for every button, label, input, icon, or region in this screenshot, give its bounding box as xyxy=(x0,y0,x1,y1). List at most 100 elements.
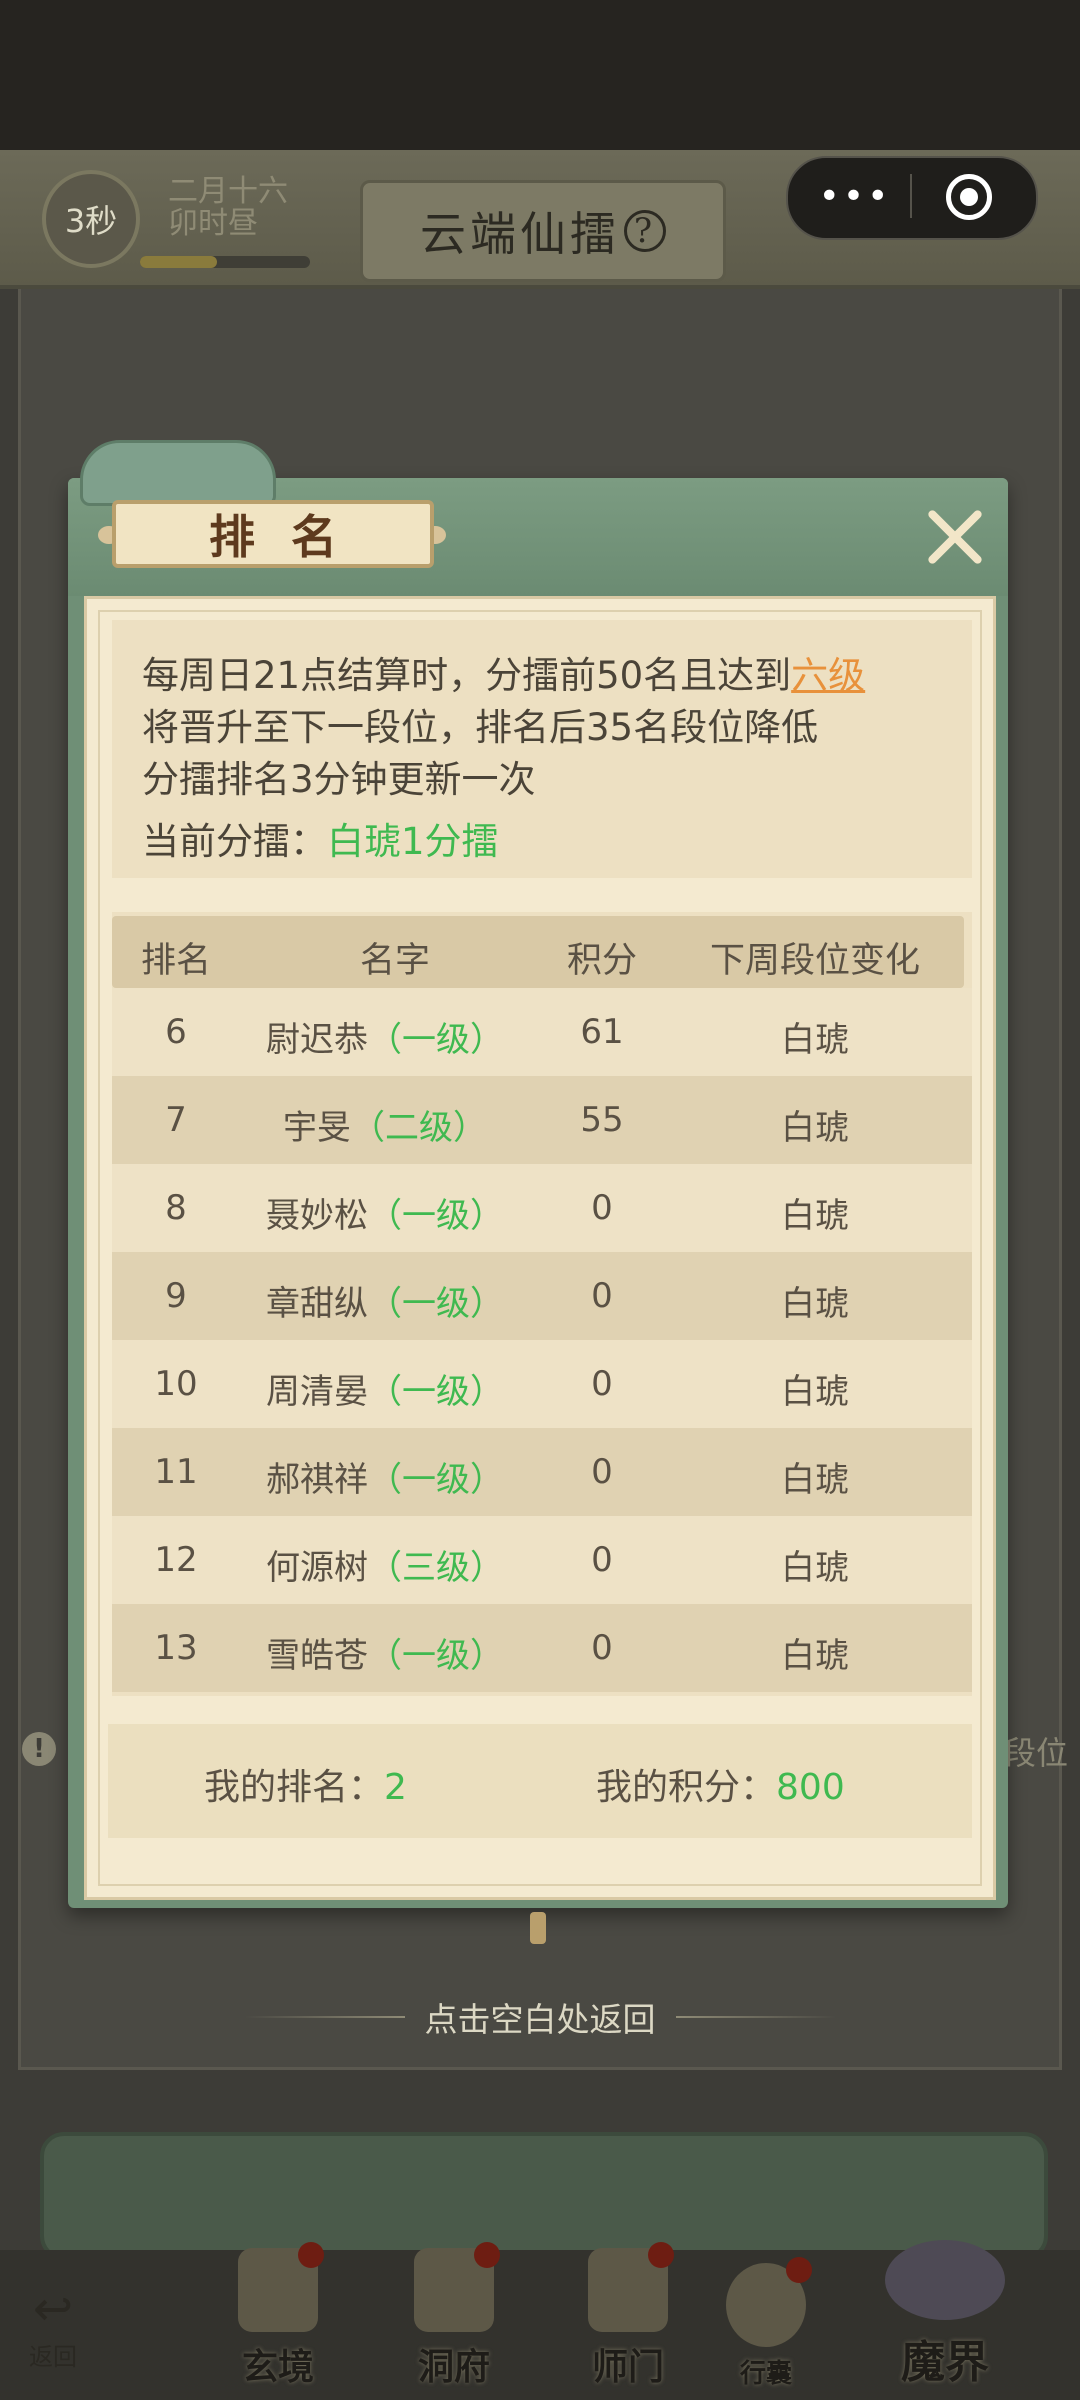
warning-icon: ! xyxy=(22,1732,56,1766)
tap-to-return-hint[interactable]: 点击空白处返回 xyxy=(0,1992,1080,2042)
demon-realm-icon xyxy=(885,2240,1005,2320)
table-row: 10 周清晏（一级） 0 白琥 xyxy=(112,1340,972,1428)
tier-change-cell: 白琥 xyxy=(781,1284,849,1324)
close-icon[interactable] xyxy=(922,504,988,570)
my-score-label: 我的积分： xyxy=(596,1767,777,1808)
time-progress-fill xyxy=(140,256,217,268)
nav-item-xingnang[interactable]: 行囊 xyxy=(706,2240,826,2390)
player-level: （一级） xyxy=(368,1460,504,1500)
rank-cell: 6 xyxy=(165,1012,187,1052)
score-cell: 0 xyxy=(591,1364,613,1404)
rank-cell: 9 xyxy=(165,1276,187,1316)
score-cell: 0 xyxy=(591,1628,613,1668)
player-level: （三级） xyxy=(368,1548,504,1588)
bag-icon xyxy=(726,2257,812,2347)
score-cell: 0 xyxy=(591,1276,613,1316)
rank-cell: 13 xyxy=(154,1628,198,1668)
name-cell: 尉迟恭（一级） xyxy=(240,1012,530,1061)
hint-divider-right xyxy=(675,2016,836,2018)
page-title-text: 云端仙擂 xyxy=(420,207,620,261)
tier-change-cell: 白琥 xyxy=(781,1548,849,1588)
nav-item-xuanjing[interactable]: 玄境 xyxy=(218,2240,338,2390)
player-level: （一级） xyxy=(368,1636,504,1676)
my-rank: 我的排名：2 xyxy=(204,1758,407,1810)
player-level: （一级） xyxy=(368,1372,504,1412)
score-cell: 0 xyxy=(591,1188,613,1228)
name-cell: 雪皓苍（一级） xyxy=(240,1628,530,1677)
nav-label-xingnang: 行囊 xyxy=(739,2359,792,2389)
my-rank-value: 2 xyxy=(384,1767,407,1808)
game-date: 二月十六 卯时昼 xyxy=(168,176,288,240)
table-header: 排名 名字 积分 下周段位变化 xyxy=(112,916,964,988)
table-row: 12 何源树（三级） 0 白琥 xyxy=(112,1516,972,1604)
score-cell: 55 xyxy=(580,1100,624,1140)
nav-label-dongfu: 洞府 xyxy=(417,2346,490,2388)
notification-dot xyxy=(786,2257,812,2283)
close-miniprogram-icon[interactable] xyxy=(946,174,992,220)
player-name: 郝祺祥 xyxy=(266,1460,368,1500)
player-name: 宇旻 xyxy=(283,1108,351,1148)
player-name: 章甜纵 xyxy=(266,1284,368,1324)
notification-dot xyxy=(648,2242,674,2268)
status-area xyxy=(0,0,1080,150)
level-six-link[interactable]: 六级 xyxy=(791,654,865,697)
my-rank-label: 我的排名： xyxy=(204,1767,385,1808)
nav-item-dongfu[interactable]: 洞府 xyxy=(394,2240,514,2390)
page-title: 云端仙擂 ? xyxy=(360,180,726,282)
rules-line-3: 分擂排名3分钟更新一次 xyxy=(142,758,536,801)
scroll-icon xyxy=(238,2242,324,2332)
modal-title-plaque: 排名 xyxy=(112,500,434,568)
name-cell: 章甜纵（一级） xyxy=(240,1276,530,1325)
name-cell: 何源树（三级） xyxy=(240,1540,530,1589)
name-cell: 宇旻（二级） xyxy=(240,1100,530,1149)
timer-badge: 3秒 xyxy=(42,170,140,268)
column-header-change: 下周段位变化 xyxy=(709,941,920,981)
table-row: 11 郝祺祥（一级） 0 白琥 xyxy=(112,1428,972,1516)
current-arena-line: 当前分擂：白琥1分擂 xyxy=(142,816,499,868)
rules-line-2: 将晋升至下一段位，排名后35名段位降低 xyxy=(142,706,819,749)
back-button[interactable]: ↩ 返回 xyxy=(10,2262,96,2372)
my-score-value: 800 xyxy=(776,1767,845,1808)
help-icon[interactable]: ? xyxy=(624,210,666,252)
name-cell: 郝祺祥（一级） xyxy=(240,1452,530,1501)
rank-cell: 12 xyxy=(154,1540,198,1580)
hint-text: 点击空白处返回 xyxy=(424,2000,656,2039)
cloud-ornament xyxy=(80,440,276,506)
lantern-icon xyxy=(414,2242,500,2332)
tier-change-cell: 白琥 xyxy=(781,1460,849,1500)
date-line-2: 卯时昼 xyxy=(168,206,258,241)
nav-label-shimen: 师门 xyxy=(591,2346,664,2388)
table-row: 13 雪皓苍（一级） 0 白琥 xyxy=(112,1604,972,1692)
column-header-score: 积分 xyxy=(566,941,637,981)
tier-change-cell: 白琥 xyxy=(781,1108,849,1148)
player-name: 何源树 xyxy=(266,1548,368,1588)
current-arena-value: 白琥1分擂 xyxy=(327,820,499,863)
hint-divider-left xyxy=(244,2016,405,2018)
table-row: 9 章甜纵（一级） 0 白琥 xyxy=(112,1252,972,1340)
tier-change-cell: 白琥 xyxy=(781,1636,849,1676)
tier-change-cell: 白琥 xyxy=(781,1372,849,1412)
notification-dot xyxy=(474,2242,500,2268)
more-menu-icon[interactable]: ••• xyxy=(812,170,898,222)
rules-line-1-text: 每周日21点结算时，分擂前50名且达到 xyxy=(142,654,792,697)
nav-item-mojie[interactable]: 魔界 xyxy=(870,2240,1020,2390)
player-name: 聂妙松 xyxy=(266,1196,368,1236)
current-arena-label: 当前分擂： xyxy=(142,820,327,863)
rank-cell: 8 xyxy=(165,1188,187,1228)
player-name: 尉迟恭 xyxy=(266,1020,368,1060)
notification-dot xyxy=(298,2242,324,2268)
modal-bottom-pin xyxy=(530,1912,546,1944)
score-cell: 61 xyxy=(580,1012,624,1052)
rank-cell: 11 xyxy=(154,1452,198,1492)
column-header-rank: 排名 xyxy=(140,941,211,981)
background-side-text: 段位 xyxy=(1003,1734,1068,1772)
tier-change-cell: 白琥 xyxy=(781,1020,849,1060)
tier-change-cell: 白琥 xyxy=(781,1196,849,1236)
nav-label-xuanjing: 玄境 xyxy=(241,2346,314,2388)
nav-item-shimen[interactable]: 师门 xyxy=(568,2240,688,2390)
name-cell: 周清晏（一级） xyxy=(240,1364,530,1413)
nav-label-mojie: 魔界 xyxy=(901,2337,989,2388)
table-row: 6 尉迟恭（一级） 61 白琥 xyxy=(112,988,972,1076)
capsule-divider xyxy=(910,174,912,218)
score-cell: 0 xyxy=(591,1540,613,1580)
